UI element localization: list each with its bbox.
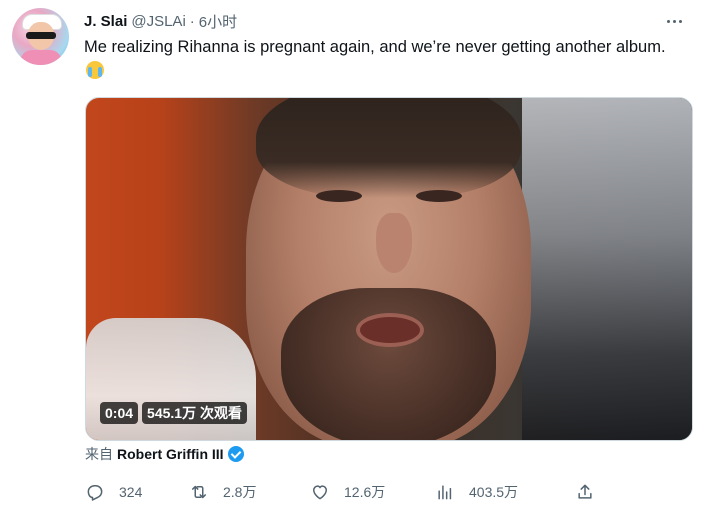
- video-subject-mouth: [356, 313, 424, 347]
- verified-badge-icon: [227, 446, 244, 462]
- author-handle[interactable]: @JSLAi: [131, 13, 185, 30]
- analytics-icon: [438, 485, 452, 500]
- video-overlay: 0:04 545.1万 次观看: [100, 402, 247, 424]
- video-source: 来自 Robert Griffin III: [85, 444, 244, 464]
- tweet-actions: 324 2.8万 12.6万 403.5万: [85, 480, 605, 504]
- author-name[interactable]: J. Slai: [84, 13, 127, 30]
- loudly-crying-face-icon: [86, 61, 104, 79]
- share-button[interactable]: [575, 480, 595, 504]
- more-options-button[interactable]: [659, 10, 689, 32]
- heart-icon: [313, 485, 327, 500]
- reply-icon: [87, 485, 103, 501]
- video-duration: 0:04: [100, 402, 139, 424]
- video-subject-right-eye: [416, 190, 462, 202]
- reply-count: 324: [119, 484, 143, 500]
- tweet-time[interactable]: 6小时: [199, 11, 237, 32]
- more-dot-icon: [672, 19, 676, 23]
- more-dot-icon: [678, 19, 682, 23]
- retweet-button[interactable]: 2.8万: [189, 480, 256, 504]
- more-dot-icon: [666, 19, 670, 23]
- tweet-text-body: Me realizing Rihanna is pregnant again, …: [84, 38, 666, 56]
- video-subject-beard: [281, 288, 496, 440]
- header-separator: ·: [189, 12, 195, 30]
- retweet-count: 2.8万: [223, 484, 257, 500]
- views-button[interactable]: 403.5万: [435, 480, 518, 504]
- share-icon: [578, 484, 592, 499]
- author-avatar[interactable]: [12, 8, 69, 65]
- avatar-glasses: [26, 32, 56, 39]
- video-subject-left-eye: [316, 190, 362, 202]
- views-count: 403.5万: [469, 484, 519, 500]
- tweet-text: Me realizing Rihanna is pregnant again, …: [84, 35, 684, 83]
- reply-button[interactable]: 324: [85, 480, 142, 504]
- avatar-shirt: [20, 50, 62, 65]
- tweet-header: J. Slai @JSLAi · 6小时: [84, 10, 695, 32]
- like-count: 12.6万: [344, 484, 386, 500]
- video-view-count: 545.1万 次观看: [142, 402, 247, 424]
- video-player[interactable]: [85, 97, 693, 441]
- video-subject-hair: [256, 98, 521, 198]
- retweet-icon: [192, 485, 206, 499]
- video-background-right: [522, 98, 692, 440]
- video-subject-nose: [376, 213, 412, 273]
- like-button[interactable]: 12.6万: [310, 480, 385, 504]
- source-account-name[interactable]: Robert Griffin III: [117, 446, 224, 462]
- source-prefix: 来自: [85, 446, 113, 462]
